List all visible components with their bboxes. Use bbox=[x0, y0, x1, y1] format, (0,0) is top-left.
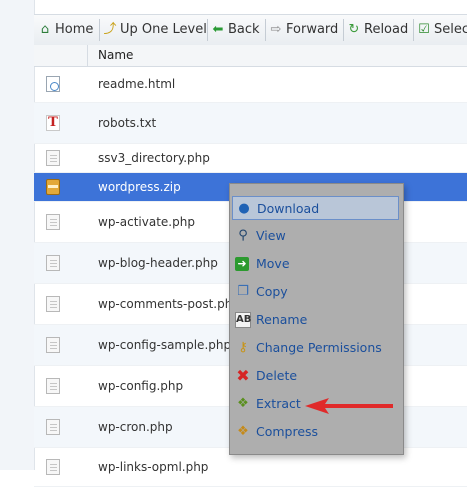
icon-column-header bbox=[34, 45, 88, 66]
compress-icon: ❖ bbox=[237, 424, 249, 439]
php-file-icon bbox=[46, 459, 60, 475]
php-file-icon bbox=[46, 150, 60, 166]
menu-item-label: Copy bbox=[256, 284, 288, 299]
toolbar-divider bbox=[413, 19, 414, 41]
file-name: wordpress.zip bbox=[98, 180, 181, 194]
php-file-icon bbox=[46, 378, 60, 394]
toolbar-divider bbox=[99, 19, 100, 41]
home-icon: ⌂ bbox=[40, 22, 50, 37]
menu-item-label: Move bbox=[256, 256, 290, 271]
php-file-icon bbox=[46, 296, 60, 312]
php-file-icon bbox=[46, 419, 60, 435]
toolbar-divider bbox=[207, 19, 208, 41]
up-one-level-icon: ⤴ bbox=[103, 22, 117, 37]
back-arrow-icon: ⬅ bbox=[212, 22, 224, 37]
file-name: wp-config.php bbox=[98, 379, 184, 393]
file-name: wp-cron.php bbox=[98, 420, 173, 434]
reload-icon: ↻ bbox=[348, 22, 360, 37]
menu-item-label: Extract bbox=[256, 396, 301, 411]
file-name: readme.html bbox=[98, 77, 176, 91]
home-button[interactable]: ⌂ Home bbox=[38, 15, 94, 45]
annotation-arrow-shape bbox=[305, 398, 393, 414]
file-name: wp-links-opml.php bbox=[98, 460, 209, 474]
menu-item-label: Delete bbox=[256, 368, 298, 383]
key-icon: ⚷ bbox=[238, 340, 248, 355]
menu-item-rename[interactable]: AB Rename bbox=[232, 308, 399, 332]
toolbar-divider bbox=[343, 19, 344, 41]
forward-arrow-icon: ⇨ bbox=[270, 22, 282, 37]
menu-item-label: Change Permissions bbox=[256, 340, 382, 355]
file-name: robots.txt bbox=[98, 116, 157, 130]
home-label: Home bbox=[55, 22, 94, 37]
globe-download-icon: ● bbox=[238, 201, 250, 216]
text-file-icon: T bbox=[46, 115, 60, 131]
back-label: Back bbox=[228, 22, 260, 37]
reload-button[interactable]: ↻ Reload bbox=[347, 15, 409, 45]
file-row[interactable]: readme.html bbox=[34, 66, 467, 103]
file-name: wp-blog-header.php bbox=[98, 256, 218, 270]
left-panel-strip bbox=[0, 0, 35, 470]
file-name: wp-comments-post.php bbox=[98, 297, 240, 311]
toolbar-divider bbox=[265, 19, 266, 41]
html-file-icon bbox=[46, 76, 60, 92]
forward-button[interactable]: ⇨ Forward bbox=[269, 15, 339, 45]
move-arrow-icon: ➜ bbox=[235, 257, 249, 271]
file-name: wp-config-sample.php bbox=[98, 338, 232, 352]
up-one-level-label: Up One Level bbox=[120, 22, 207, 37]
menu-item-label: View bbox=[256, 228, 286, 243]
php-file-icon bbox=[46, 255, 60, 271]
annotation-arrow bbox=[305, 398, 393, 414]
select-checkbox-icon: ☑ bbox=[418, 22, 430, 37]
menu-item-label: Download bbox=[257, 201, 320, 216]
up-one-level-button[interactable]: ⤴ Up One Level bbox=[103, 15, 207, 45]
file-name: wp-activate.php bbox=[98, 215, 195, 229]
menu-item-delete[interactable]: ✖ Delete bbox=[232, 364, 399, 388]
red-x-icon: ✖ bbox=[236, 366, 250, 385]
select-all-button[interactable]: ☑ Selec bbox=[417, 15, 467, 45]
menu-item-copy[interactable]: ❐ Copy bbox=[232, 280, 399, 304]
magnifier-icon: ⚲ bbox=[238, 228, 248, 243]
file-name: ssv3_directory.php bbox=[98, 151, 210, 165]
extract-icon: ❖ bbox=[237, 396, 249, 411]
menu-item-change-permissions[interactable]: ⚷ Change Permissions bbox=[232, 336, 399, 360]
rename-ab-icon: AB bbox=[235, 312, 251, 328]
file-row[interactable]: ssv3_directory.php bbox=[34, 144, 467, 173]
name-column-header[interactable]: Name bbox=[98, 45, 133, 66]
file-row[interactable]: T robots.txt bbox=[34, 103, 467, 144]
select-label: Selec bbox=[434, 22, 467, 37]
menu-item-move[interactable]: ➜ Move bbox=[232, 252, 399, 276]
forward-label: Forward bbox=[286, 22, 339, 37]
php-file-icon bbox=[46, 337, 60, 353]
zip-archive-icon bbox=[46, 179, 60, 195]
menu-item-label: Rename bbox=[256, 312, 308, 327]
toolbar: ⌂ Home ⤴ Up One Level ⬅ Back ⇨ Forward ↻ Relo… bbox=[34, 14, 467, 46]
menu-item-download[interactable]: ● Download bbox=[232, 196, 399, 220]
file-table-header: Name bbox=[34, 45, 467, 67]
copy-icon: ❐ bbox=[237, 284, 249, 299]
back-button[interactable]: ⬅ Back bbox=[211, 15, 260, 45]
menu-item-compress[interactable]: ❖ Compress bbox=[232, 420, 399, 444]
php-file-icon bbox=[46, 214, 60, 230]
menu-item-view[interactable]: ⚲ View bbox=[232, 224, 399, 248]
menu-item-label: Compress bbox=[256, 424, 319, 439]
reload-label: Reload bbox=[364, 22, 409, 37]
